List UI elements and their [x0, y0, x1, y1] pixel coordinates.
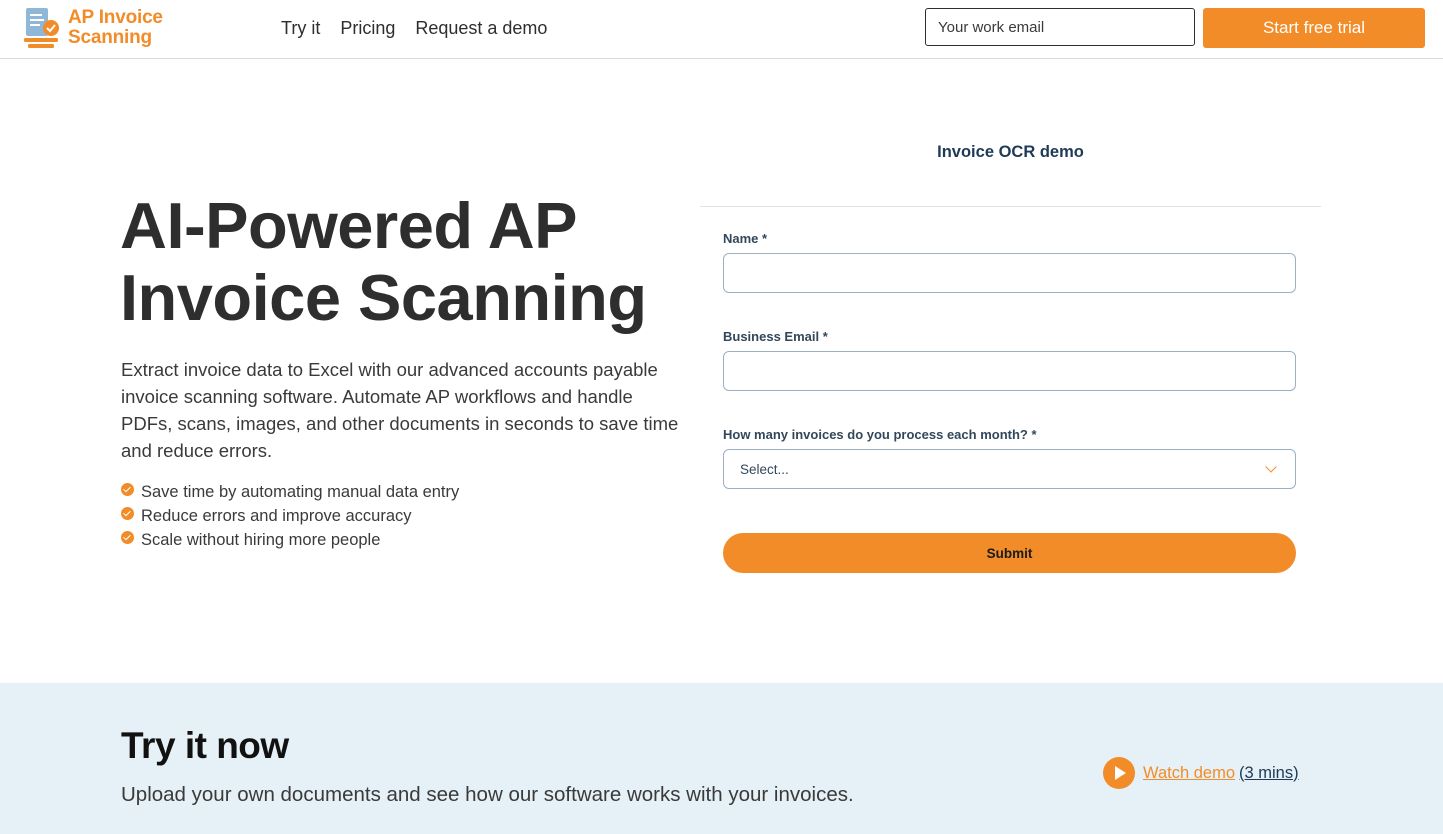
logo-line-1: AP Invoice	[68, 7, 163, 28]
benefit-text: Scale without hiring more people	[141, 530, 381, 549]
try-it-now-subtitle: Upload your own documents and see how ou…	[121, 783, 854, 806]
work-email-input[interactable]	[925, 8, 1195, 46]
benefit-text: Reduce errors and improve accuracy	[141, 506, 412, 525]
benefit-item: Save time by automating manual data entr…	[121, 480, 459, 504]
benefit-list: Save time by automating manual data entr…	[121, 480, 459, 552]
submit-button[interactable]: Submit	[723, 533, 1296, 573]
watch-demo-duration[interactable]: (3 mins)	[1239, 764, 1299, 783]
nav-try-it[interactable]: Try it	[281, 17, 320, 39]
nav-request-demo[interactable]: Request a demo	[415, 17, 547, 39]
watch-demo-link[interactable]: Watch demo	[1143, 764, 1235, 783]
chevron-down-icon	[1265, 461, 1277, 473]
hero-title-line-2: Invoice Scanning	[120, 261, 647, 334]
watch-demo[interactable]: Watch demo (3 mins)	[1103, 757, 1299, 789]
name-label: Name *	[723, 231, 768, 246]
benefit-item: Reduce errors and improve accuracy	[121, 504, 459, 528]
invoices-per-month-label: How many invoices do you process each mo…	[723, 427, 1037, 442]
check-icon	[121, 506, 134, 520]
main-nav: Try it Pricing Request a demo	[281, 17, 567, 39]
benefit-item: Scale without hiring more people	[121, 528, 459, 552]
business-email-label: Business Email *	[723, 329, 828, 344]
invoice-check-icon	[24, 8, 59, 48]
logo[interactable]: AP Invoice Scanning	[22, 6, 182, 52]
benefit-text: Save time by automating manual data entr…	[141, 482, 460, 501]
try-it-now-title: Try it now	[121, 725, 289, 766]
logo-line-2: Scanning	[68, 27, 152, 48]
invoices-per-month-select[interactable]: Select...	[723, 449, 1296, 489]
hero-description: Extract invoice data to Excel with our a…	[121, 359, 679, 461]
site-header: AP Invoice Scanning Try it Pricing Reque…	[0, 0, 1443, 59]
start-free-trial-button[interactable]: Start free trial	[1203, 8, 1425, 48]
play-icon[interactable]	[1103, 757, 1135, 789]
form-divider	[700, 206, 1321, 207]
hero-title: AI-Powered AP Invoice Scanning	[120, 190, 700, 334]
hero-title-line-1: AI-Powered AP	[120, 189, 578, 262]
check-icon	[121, 482, 134, 496]
check-icon	[121, 530, 134, 544]
form-title: Invoice OCR demo	[937, 143, 1084, 161]
nav-pricing[interactable]: Pricing	[340, 17, 395, 39]
business-email-field[interactable]	[723, 351, 1296, 391]
name-field[interactable]	[723, 253, 1296, 293]
select-value: Select...	[740, 462, 789, 477]
